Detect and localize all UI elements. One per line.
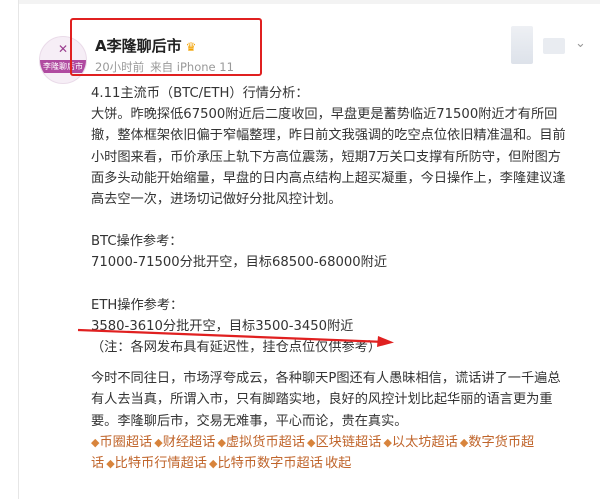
post-line: 4.11主流币（BTC/ETH）行情分析： <box>91 86 309 101</box>
underline-stroke <box>77 328 387 344</box>
blurred-button[interactable] <box>511 26 533 64</box>
diamond-icon: ◆ <box>217 435 226 449</box>
post-line: 今时不同往日，市场浮夸成云，各种聊天P图还有人愚昧相信，谎话讲了一千遍总 <box>91 371 561 387</box>
highlight-box <box>70 18 262 76</box>
underline-arrowhead <box>377 336 394 347</box>
topic-link[interactable]: 比特币行情超话 <box>115 456 207 471</box>
topic-list: ◆币圈超话 ◆财经超话 ◆虚拟货币超话 ◆区块链超话 ◆以太坊超话 ◆数字货币超 <box>91 432 591 453</box>
post-line: 大饼。昨晚探低67500附近后二度收回，早盘更是蓄势临近71500附近才有所回 <box>91 107 558 123</box>
post-line: 撤，整体框架依旧偏于窄幅整理，昨日前文我强调的吃空点位依旧精准温和。目前 <box>91 128 566 144</box>
post-card: ✕ 李隆聊后市 A李隆聊后市 ♛ 20小时前 来自 iPhone 11 ⌄ 4.11… <box>18 0 600 499</box>
divider <box>19 0 600 4</box>
post-line: 面多头动能开始缩量，早盘的日内高点结构上超买凝重，今日操作上，李隆建议逢 <box>91 170 566 186</box>
diamond-icon: ◆ <box>383 435 392 449</box>
topic-link-cont[interactable]: 话 <box>91 456 104 471</box>
post-body: 4.11主流币（BTC/ETH）行情分析： 大饼。昨晚探低67500附近后二度收… <box>91 83 591 474</box>
chevron-down-icon[interactable]: ⌄ <box>575 36 586 51</box>
underline-annotation <box>77 328 394 347</box>
post-line: 高去空一次，进场切记做好分批风控计划。 <box>91 192 342 208</box>
blurred-badge <box>543 38 565 54</box>
diamond-icon: ◆ <box>307 435 316 449</box>
topic-list-cont: 话 ◆比特币行情超话 ◆比特币数字币超话 收起 <box>91 453 591 474</box>
eth-title: ETH操作参考： <box>91 297 184 313</box>
topic-link[interactable]: 虚拟货币超话 <box>226 435 305 450</box>
topic-link[interactable]: 以太坊超话 <box>392 435 458 450</box>
topic-link[interactable]: 比特币数字币超话 <box>217 456 323 471</box>
btc-title: BTC操作参考： <box>91 234 183 250</box>
diamond-icon: ◆ <box>106 457 115 471</box>
topic-link[interactable]: 币圈超话 <box>99 435 152 450</box>
collapse-link[interactable]: 收起 <box>325 456 351 471</box>
topic-link[interactable]: 数字货币超 <box>468 435 534 450</box>
post-line: 有人去当真，所谓入市，只有脚踏实地，良好的风控计划比起华丽的语言更为重 <box>91 392 553 408</box>
btc-plan: 71000-71500分批开空，目标68500-68000附近 <box>91 255 388 271</box>
topic-link[interactable]: 区块链超话 <box>316 435 382 450</box>
topic-link[interactable]: 财经超话 <box>163 435 216 450</box>
post-line: 小时图来看，币价承压上轨下方高位震荡，短期7万关口支撑有所防守，但附图方 <box>91 149 561 165</box>
post-line: 要。李隆聊后市，交易无难事，平心而论，贵在真实。 <box>91 413 408 429</box>
diamond-icon: ◆ <box>154 435 163 449</box>
